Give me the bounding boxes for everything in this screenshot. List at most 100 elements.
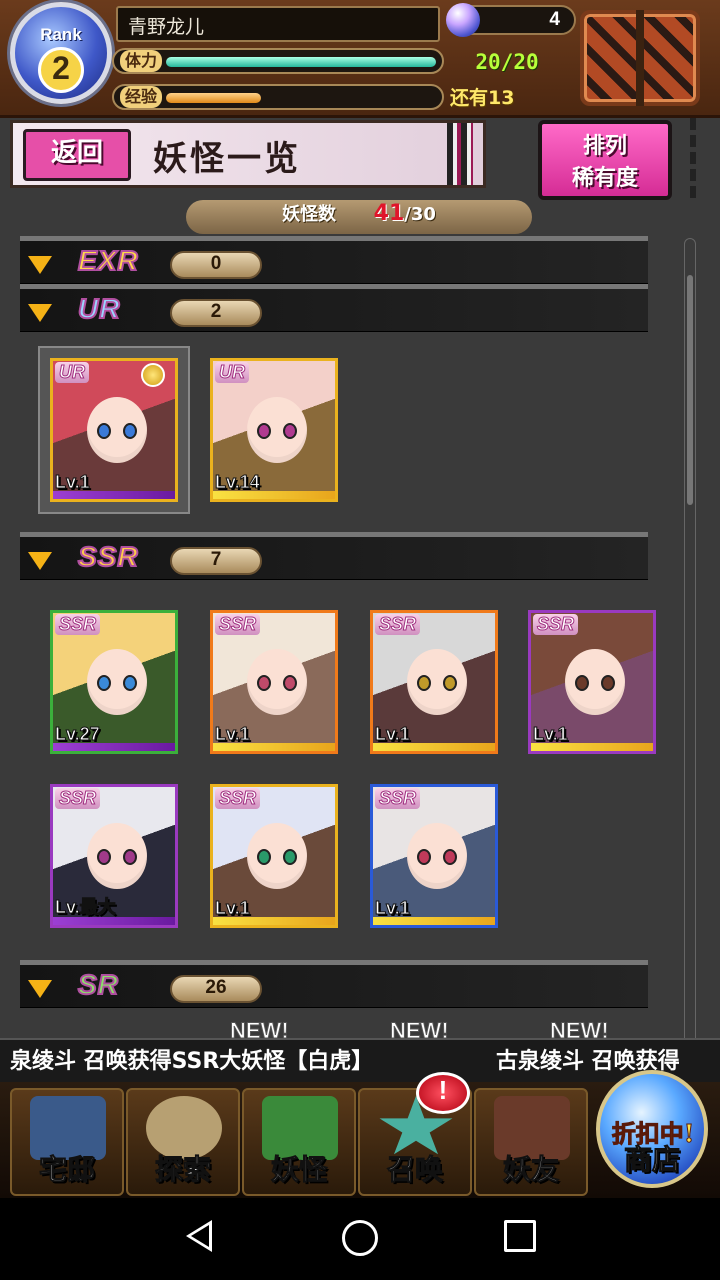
monster-card[interactable]: UR Lv.1 <box>50 358 178 502</box>
experience-remaining: 还有13 <box>450 87 515 109</box>
level-label: Lv.14 <box>215 472 261 493</box>
collapse-arrow-icon <box>28 304 52 322</box>
new-label: NEW! <box>230 1018 290 1039</box>
stamina-value: 20/20 <box>475 50 539 74</box>
system-navigation-bar <box>0 1198 720 1280</box>
section-count: 2 <box>170 299 262 327</box>
monster-eye <box>417 675 431 691</box>
level-label: Lv.1 <box>375 898 411 919</box>
new-label: NEW! <box>390 1018 450 1039</box>
page-header: 返回 妖怪一览 <box>10 120 486 188</box>
stamina-label: 体力 <box>120 50 163 72</box>
monster-eye <box>257 675 271 691</box>
collapse-arrow-icon <box>28 256 52 274</box>
monster-card[interactable]: SSR Lv.最大 <box>50 784 178 928</box>
section-ur[interactable]: UR 2 <box>20 284 648 332</box>
monster-card[interactable]: SSR Lv.1 <box>210 784 338 928</box>
monster-face <box>247 397 307 463</box>
section-ssr[interactable]: SSR 7 <box>20 532 648 580</box>
level-label: Lv.1 <box>533 724 569 745</box>
gem-count: 4 <box>549 9 560 30</box>
monster-card[interactable]: SSR Lv.1 <box>210 610 338 754</box>
rarity-badge: SSR <box>375 788 421 809</box>
monster-eye <box>283 675 297 691</box>
monster-face <box>87 823 147 889</box>
back-button[interactable]: 返回 <box>23 129 131 181</box>
rarity-badge: SSR <box>215 788 261 809</box>
treasure-chest-icon[interactable] <box>580 10 700 106</box>
stamina-bar: 体力 <box>112 48 444 74</box>
monster-card[interactable]: SSR Lv.1 <box>370 784 498 928</box>
monster-face <box>87 649 147 715</box>
nav-label: 妖友 <box>502 1153 559 1187</box>
collapse-arrow-icon <box>28 980 52 998</box>
nav-label: 妖怪 <box>270 1153 327 1187</box>
monster-card[interactable]: SSR Lv.1 <box>370 610 498 754</box>
section-count: 7 <box>170 547 262 575</box>
level-label: Lv.1 <box>215 724 251 745</box>
experience-bar: 经验 <box>112 84 444 110</box>
rarity-label: SSR <box>77 540 139 573</box>
monster-card[interactable]: SSR Lv.1 <box>528 610 656 754</box>
shop-label: 商店 <box>623 1143 680 1177</box>
page-title: 妖怪一览 <box>153 139 301 179</box>
level-label: Lv.27 <box>55 724 101 745</box>
section-sr[interactable]: SR 26 <box>20 960 648 1008</box>
rarity-badge: SSR <box>55 614 101 635</box>
experience-fill <box>166 93 261 103</box>
recent-apps-icon[interactable] <box>504 1220 536 1252</box>
level-label: Lv.最大 <box>55 897 117 918</box>
home-icon[interactable] <box>342 1220 378 1256</box>
nav-mansion[interactable]: 宅邸 <box>10 1088 124 1196</box>
monster-eye <box>443 849 457 865</box>
nav-label: 探索 <box>154 1153 211 1187</box>
monster-list-panel: 返回 妖怪一览 排列 稀有度 妖怪数 41/30 EXR 0 UR 2 UR Lv… <box>0 118 720 1038</box>
monster-eye <box>283 849 297 865</box>
announcement-ticker: 泉绫斗 召唤获得SSR大妖怪【白虎】 古泉绫斗 召唤获得 <box>0 1038 720 1082</box>
status-bar: Rank 2 青野龙儿 体力 20/20 经验 还有13 4 <box>0 0 720 118</box>
nav-label: 宅邸 <box>38 1153 95 1187</box>
section-count: 26 <box>170 975 262 1003</box>
level-label: Lv.1 <box>55 472 91 493</box>
rank-emblem[interactable]: Rank 2 <box>10 2 112 104</box>
nav-monsters[interactable]: 妖怪 <box>242 1088 356 1196</box>
monster-face <box>407 649 467 715</box>
back-icon[interactable] <box>186 1220 212 1252</box>
ticker-message: 泉绫斗 召唤获得SSR大妖怪【白虎】 <box>10 1049 374 1074</box>
rarity-label: SR <box>77 968 119 1001</box>
experience-label: 经验 <box>120 86 163 108</box>
rank-value: 2 <box>38 47 84 93</box>
monster-eye <box>443 675 457 691</box>
scrollbar[interactable] <box>684 238 696 1038</box>
rarity-label: EXR <box>77 244 139 277</box>
medal-icon <box>141 363 165 387</box>
scrollbar-thumb[interactable] <box>687 275 693 505</box>
monster-count-label: 妖怪数 <box>282 204 337 225</box>
monster-eye <box>575 675 589 691</box>
monster-count-max: /30 <box>404 204 436 225</box>
monster-eye <box>257 423 271 439</box>
monster-count: 妖怪数 41/30 <box>186 200 532 234</box>
nav-explore[interactable]: 探索 <box>126 1088 240 1196</box>
section-count: 0 <box>170 251 262 279</box>
rarity-badge: SSR <box>533 614 579 635</box>
section-exr[interactable]: EXR 0 <box>20 236 648 284</box>
rank-label: Rank <box>40 25 82 44</box>
monster-face <box>87 397 147 463</box>
monster-eye <box>601 675 615 691</box>
monster-card[interactable]: SSR Lv.27 <box>50 610 178 754</box>
monster-eye <box>97 675 111 691</box>
collapse-arrow-icon <box>28 552 52 570</box>
monster-face <box>247 823 307 889</box>
monster-eye <box>283 423 297 439</box>
nav-friends[interactable]: 妖友 <box>474 1088 588 1196</box>
monster-eye <box>257 849 271 865</box>
monster-face <box>247 649 307 715</box>
monster-card[interactable]: UR Lv.14 <box>210 358 338 502</box>
header-decoration <box>447 123 473 185</box>
stamina-fill <box>166 57 436 67</box>
gem-counter[interactable]: 4 <box>446 3 576 37</box>
shop-button[interactable]: 折扣中! 商店 <box>596 1070 708 1188</box>
rarity-badge: SSR <box>55 788 101 809</box>
rarity-badge: SSR <box>215 614 261 635</box>
